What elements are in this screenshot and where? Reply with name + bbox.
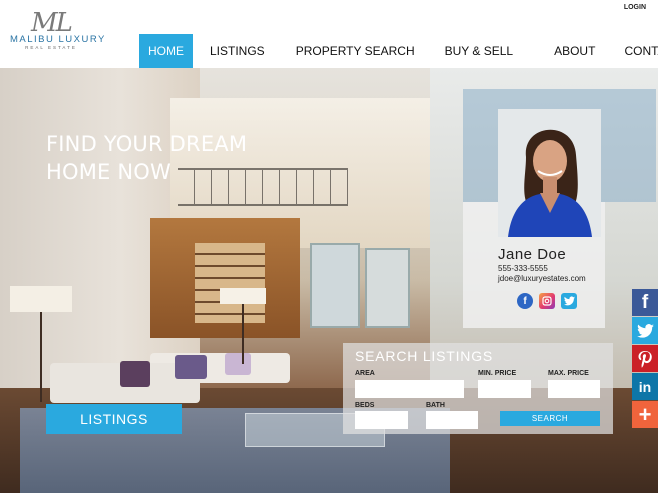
linkedin-icon[interactable]: in <box>632 373 658 400</box>
min-price-label: MIN. PRICE <box>478 370 517 377</box>
nav-listings[interactable]: LISTINGS <box>201 34 274 68</box>
listings-button[interactable]: LISTINGS <box>46 404 182 434</box>
agent-photo <box>498 109 601 237</box>
facebook-icon[interactable]: f <box>517 293 533 309</box>
area-input[interactable] <box>355 380 464 398</box>
site-header: ML MALIBU LUXURY REAL ESTATE LOGIN HOME … <box>0 0 658 68</box>
max-price-input[interactable] <box>548 380 600 398</box>
hero-section: FIND YOUR DREAM HOME NOW LISTINGS Jane D… <box>0 68 658 493</box>
nav-buy-sell[interactable]: BUY & SELL <box>436 34 522 68</box>
nav-property-search[interactable]: PROPERTY SEARCH <box>287 34 424 68</box>
main-nav: HOME LISTINGS PROPERTY SEARCH BUY & SELL… <box>139 34 658 68</box>
min-price-input[interactable] <box>478 380 531 398</box>
nav-contact[interactable]: CONTACT <box>615 34 658 68</box>
beds-input[interactable] <box>355 411 408 429</box>
pinterest-icon[interactable] <box>632 345 658 372</box>
logo-monogram: ML <box>31 8 73 38</box>
agent-name: Jane Doe <box>498 246 567 263</box>
twitter-icon[interactable] <box>632 317 658 344</box>
instagram-icon[interactable] <box>539 293 555 309</box>
agent-email[interactable]: jdoe@luxuryestates.com <box>498 274 586 283</box>
area-label: AREA <box>355 370 375 377</box>
twitter-icon[interactable] <box>561 293 577 309</box>
facebook-icon[interactable]: f <box>632 289 658 316</box>
login-link[interactable]: LOGIN <box>624 4 646 11</box>
nav-about[interactable]: ABOUT <box>545 34 604 68</box>
share-bar: f in + <box>632 289 658 429</box>
search-button[interactable]: SEARCH <box>500 411 600 426</box>
agent-social-links: f <box>517 293 577 309</box>
agent-phone: 555-333-5555 <box>498 264 548 273</box>
max-price-label: MAX. PRICE <box>548 370 589 377</box>
logo-name: MALIBU LUXURY <box>10 34 106 45</box>
logo-tagline: REAL ESTATE <box>25 45 77 50</box>
bath-input[interactable] <box>426 411 478 429</box>
plus-icon[interactable]: + <box>632 401 658 428</box>
bath-label: BATH <box>426 402 445 409</box>
hero-headline: FIND YOUR DREAM HOME NOW <box>46 132 248 184</box>
nav-home[interactable]: HOME <box>139 34 193 68</box>
search-listings-title: SEARCH LISTINGS <box>355 348 494 364</box>
beds-label: BEDS <box>355 402 375 409</box>
site-logo[interactable]: ML MALIBU LUXURY REAL ESTATE <box>10 8 106 52</box>
